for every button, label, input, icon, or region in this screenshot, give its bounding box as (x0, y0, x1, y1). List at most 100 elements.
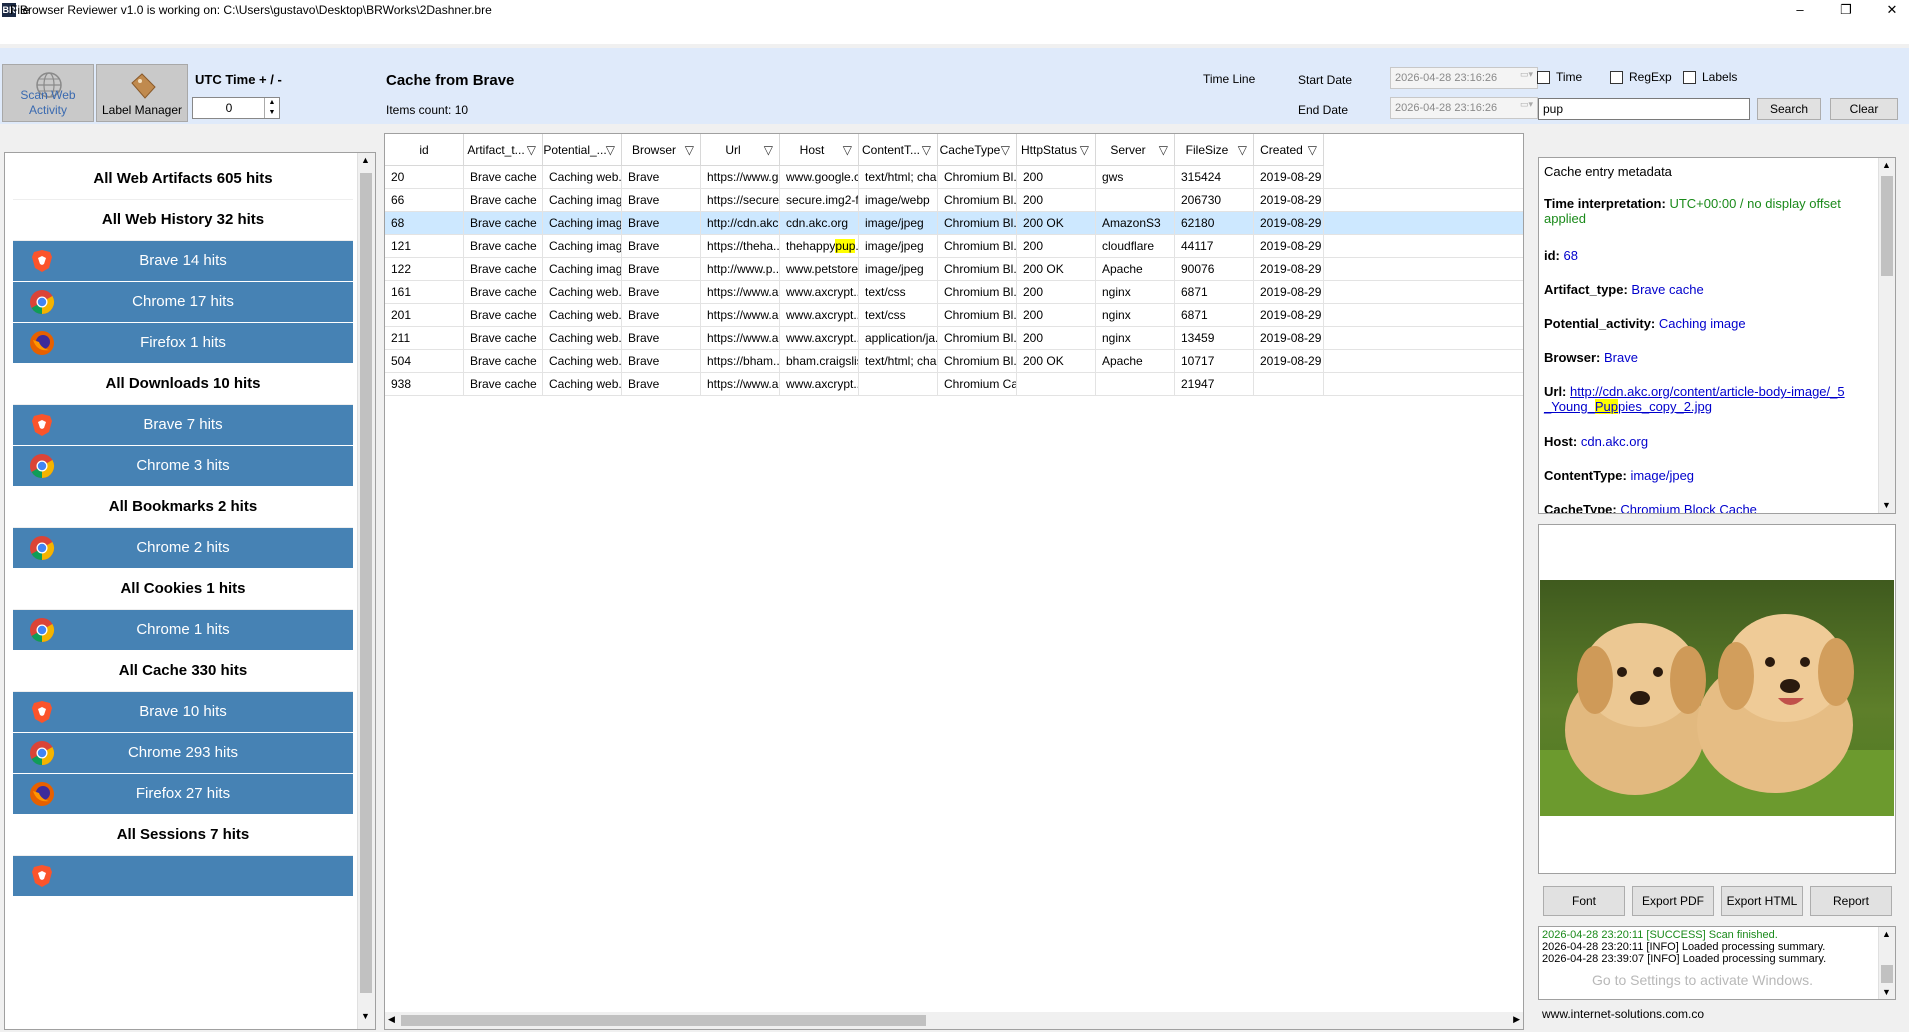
column-header-potential[interactable]: Potential_... ▽ (543, 134, 622, 166)
tree-item-partial[interactable] (13, 856, 353, 898)
tree-group-all-web-artifacts-605-hits[interactable]: All Web Artifacts 605 hits (13, 159, 353, 200)
calendar-icon[interactable]: ▭▾ (1520, 69, 1533, 80)
start-date-picker[interactable]: 2026-04-28 23:16:26 ▭▾ (1390, 67, 1538, 89)
search-input[interactable] (1538, 98, 1750, 120)
regexp-checkbox[interactable] (1610, 71, 1623, 84)
report-button[interactable]: Report (1810, 886, 1892, 916)
filter-icon[interactable]: ▽ (1308, 134, 1317, 166)
labels-checkbox[interactable] (1683, 71, 1696, 84)
tree-group-all-sessions-7-hits[interactable]: All Sessions 7 hits (13, 815, 353, 856)
column-header-cachetype[interactable]: CacheType ▽ (938, 134, 1017, 166)
tree-item-firefox-27-hits[interactable]: Firefox 27 hits (13, 774, 353, 816)
table-row[interactable]: 68 Brave cache Caching image Brave http://cd… (385, 212, 1523, 235)
table-row[interactable]: 122 Brave cache Caching image Brave http://w… (385, 258, 1523, 281)
column-header-contentt[interactable]: ContentT... ▽ (859, 134, 938, 166)
log-scroll-thumb[interactable] (1881, 965, 1893, 983)
column-header-filesize[interactable]: FileSize ▽ (1175, 134, 1254, 166)
filter-icon[interactable]: ▽ (843, 134, 852, 166)
utc-offset-spinner[interactable]: 0 ▲ ▼ (192, 97, 280, 119)
table-cell: 44117 (1175, 235, 1254, 258)
filter-icon[interactable]: ▽ (1159, 134, 1168, 166)
metadata-artifact-type: Artifact_type: Brave cache (1544, 282, 1704, 297)
log-scrollbar[interactable]: ▲ ▼ (1878, 927, 1895, 999)
filter-icon[interactable]: ▽ (606, 134, 615, 166)
tree-item-firefox-1-hits[interactable]: Firefox 1 hits (13, 323, 353, 365)
export-html-button[interactable]: Export HTML (1721, 886, 1803, 916)
tree-group-all-cookies-1-hits[interactable]: All Cookies 1 hits (13, 569, 353, 610)
table-row[interactable]: 938 Brave cache Caching web... Brave https:/… (385, 373, 1523, 396)
column-header-url[interactable]: Url ▽ (701, 134, 780, 166)
clear-button[interactable]: Clear (1830, 98, 1898, 120)
close-button[interactable]: ✕ (1869, 0, 1909, 22)
scan-web-activity-button[interactable]: Scan Web Activity (2, 64, 94, 122)
tree-group-all-bookmarks-2-hits[interactable]: All Bookmarks 2 hits (13, 487, 353, 528)
column-header-host[interactable]: Host ▽ (780, 134, 859, 166)
filter-icon[interactable]: ▽ (764, 134, 773, 166)
metadata-url: Url: http://cdn.akc.org/content/article-… (1544, 384, 1845, 414)
filter-icon[interactable]: ▽ (922, 134, 931, 166)
table-cell: Brave cache (464, 281, 543, 304)
filter-icon[interactable]: ▽ (1238, 134, 1247, 166)
table-row[interactable]: 161 Brave cache Caching web... Brave https:/… (385, 281, 1523, 304)
tree-group-all-web-history-32-hits[interactable]: All Web History 32 hits (13, 200, 353, 241)
grid-scroll-thumb[interactable] (401, 1015, 926, 1026)
tree-row-label: All Bookmarks 2 hits (108, 498, 258, 515)
filter-icon[interactable]: ▽ (1080, 134, 1089, 166)
tree-group-all-downloads-10-hits[interactable]: All Downloads 10 hits (13, 364, 353, 405)
tree-item-chrome-2-hits[interactable]: Chrome 2 hits (13, 528, 353, 570)
tree-item-chrome-293-hits[interactable]: Chrome 293 hits (13, 733, 353, 775)
tree-item-brave-7-hits[interactable]: Brave 7 hits (13, 405, 353, 447)
minimize-button[interactable]: – (1777, 0, 1823, 22)
scroll-up-icon[interactable]: ▲ (1882, 929, 1891, 939)
spinner-arrows-icon[interactable]: ▲ ▼ (264, 98, 279, 118)
column-header-created[interactable]: Created ▽ (1254, 134, 1324, 166)
table-row[interactable]: 201 Brave cache Caching web... Brave https:/… (385, 304, 1523, 327)
maximize-button[interactable]: ❐ (1823, 0, 1869, 22)
end-date-picker[interactable]: 2026-04-28 23:16:26 ▭▾ (1390, 97, 1538, 119)
column-header-server[interactable]: Server ▽ (1096, 134, 1175, 166)
chrome-icon-wrapper (29, 535, 55, 561)
tree-row-label: Firefox 27 hits (135, 785, 231, 802)
column-header-id[interactable]: id (385, 134, 464, 166)
scroll-down-icon[interactable]: ▼ (1882, 987, 1891, 997)
menu-file[interactable]: File (10, 3, 29, 17)
scroll-up-icon[interactable]: ▲ (1882, 160, 1891, 170)
table-row[interactable]: 66 Brave cache Caching image Brave https://s… (385, 189, 1523, 212)
tree-item-brave-14-hits[interactable]: Brave 14 hits (13, 241, 353, 283)
metadata-scroll-thumb[interactable] (1881, 176, 1893, 276)
column-header-httpstatus[interactable]: HttpStatus ▽ (1017, 134, 1096, 166)
search-button[interactable]: Search (1757, 98, 1821, 120)
tree-item-chrome-1-hits[interactable]: Chrome 1 hits (13, 610, 353, 652)
tree-row-label: All Cache 330 hits (118, 662, 248, 679)
label-manager-button[interactable]: Label Manager (96, 64, 188, 122)
tree-row-label: All Cookies 1 hits (120, 580, 246, 597)
table-cell: Chromium Ca... (938, 373, 1017, 396)
tree-group-all-cache-330-hits[interactable]: All Cache 330 hits (13, 651, 353, 692)
time-checkbox[interactable] (1537, 71, 1550, 84)
scroll-right-icon[interactable]: ▶ (1513, 1014, 1520, 1025)
tree-item-chrome-17-hits[interactable]: Chrome 17 hits (13, 282, 353, 324)
filter-icon[interactable]: ▽ (1001, 134, 1010, 166)
scroll-down-icon[interactable]: ▼ (1882, 500, 1891, 510)
column-header-browser[interactable]: Browser ▽ (622, 134, 701, 166)
table-row[interactable]: 504 Brave cache Caching web... Brave https:/… (385, 350, 1523, 373)
tree-scrollbar[interactable]: ▲ ▼ (357, 153, 375, 1029)
scroll-down-icon[interactable]: ▼ (361, 1011, 370, 1021)
filter-icon[interactable]: ▽ (527, 134, 536, 166)
table-row[interactable]: 20 Brave cache Caching web... Brave https://… (385, 166, 1523, 189)
tree-item-brave-10-hits[interactable]: Brave 10 hits (13, 692, 353, 734)
table-row[interactable]: 211 Brave cache Caching web... Brave https:/… (385, 327, 1523, 350)
font-button[interactable]: Font (1543, 886, 1625, 916)
tree-item-chrome-3-hits[interactable]: Chrome 3 hits (13, 446, 353, 488)
filter-icon[interactable]: ▽ (685, 134, 694, 166)
metadata-url-link[interactable]: http://cdn.akc.org/content/article-body-… (1570, 384, 1845, 399)
scroll-left-icon[interactable]: ◀ (388, 1014, 395, 1025)
metadata-scrollbar[interactable]: ▲ ▼ (1878, 158, 1895, 513)
scroll-up-icon[interactable]: ▲ (361, 155, 370, 165)
calendar-icon[interactable]: ▭▾ (1520, 99, 1533, 110)
export-pdf-button[interactable]: Export PDF (1632, 886, 1714, 916)
tree-scroll-thumb[interactable] (360, 173, 372, 993)
table-row[interactable]: 121 Brave cache Caching image Brave https://… (385, 235, 1523, 258)
grid-horizontal-scrollbar[interactable]: ◀ ▶ (385, 1012, 1523, 1029)
column-header-artifact-t[interactable]: Artifact_t... ▽ (464, 134, 543, 166)
